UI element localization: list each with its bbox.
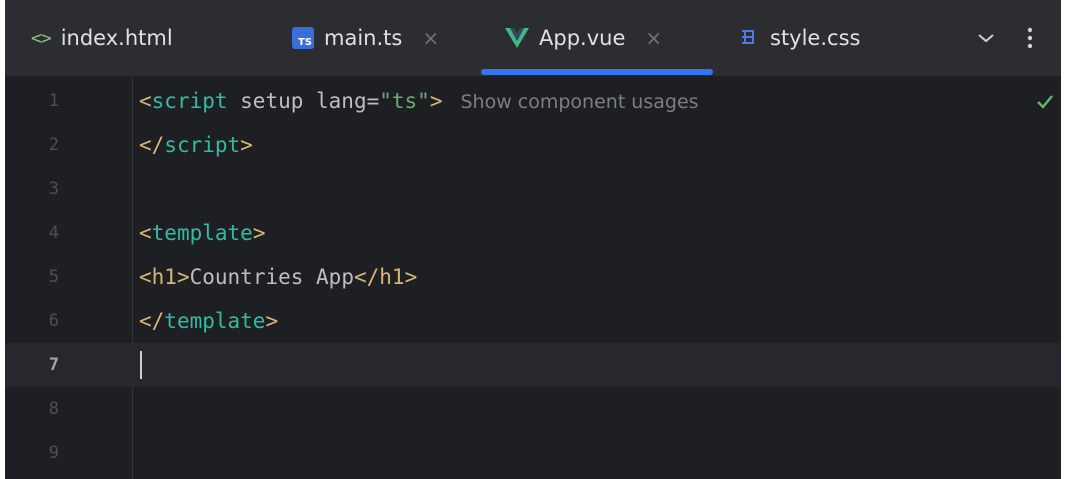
line-content[interactable]: <h1>Countries App</h1> xyxy=(139,255,417,299)
code-line[interactable]: 5 <h1>Countries App</h1> xyxy=(5,255,1061,299)
editor-tab-bar: <> index.html TS main.ts × App.vue × sty… xyxy=(5,0,1061,77)
css-file-icon xyxy=(740,28,756,48)
code-line[interactable]: 9 xyxy=(5,431,1061,475)
tab-label: index.html xyxy=(60,26,173,50)
close-icon[interactable]: × xyxy=(422,26,439,50)
tab-label: App.vue xyxy=(539,26,626,50)
tab-style-css[interactable]: style.css xyxy=(740,0,860,76)
code-line-current[interactable]: 7 xyxy=(5,343,1061,387)
tab-main-ts[interactable]: TS main.ts × xyxy=(292,0,439,76)
code-line[interactable]: 8 xyxy=(5,387,1061,431)
line-number: 3 xyxy=(48,179,59,199)
line-number: 6 xyxy=(48,311,59,331)
check-icon[interactable] xyxy=(1035,91,1055,111)
typescript-file-icon: TS xyxy=(292,27,314,49)
line-number: 4 xyxy=(48,223,59,243)
code-line[interactable]: 2 </script> xyxy=(5,123,1061,167)
close-icon[interactable]: × xyxy=(645,26,662,50)
ide-window: <> index.html TS main.ts × App.vue × sty… xyxy=(5,0,1061,479)
code-line[interactable]: 6 </template> xyxy=(5,299,1061,343)
code-editor[interactable]: 1 <script setup lang="ts"> Show component… xyxy=(5,77,1061,479)
active-tab-indicator xyxy=(481,69,713,75)
line-number: 9 xyxy=(48,443,59,463)
line-content[interactable]: <template> xyxy=(139,211,265,255)
html-file-icon: <> xyxy=(31,27,52,49)
line-number: 5 xyxy=(48,267,59,287)
line-number: 1 xyxy=(48,91,59,111)
line-content[interactable]: </script> xyxy=(139,123,253,167)
chevron-down-icon[interactable] xyxy=(977,0,995,76)
code-line[interactable]: 4 <template> xyxy=(5,211,1061,255)
code-line[interactable]: 3 xyxy=(5,167,1061,211)
tab-index-html[interactable]: <> index.html xyxy=(31,0,173,76)
line-content[interactable]: <script setup lang="ts"> Show component u… xyxy=(139,79,699,123)
line-number: 8 xyxy=(48,399,59,419)
component-usages-hint[interactable]: Show component usages xyxy=(460,91,698,113)
line-number: 2 xyxy=(48,135,59,155)
text-caret xyxy=(140,351,142,379)
tab-label: style.css xyxy=(770,26,861,50)
code-line[interactable]: 1 <script setup lang="ts"> Show component… xyxy=(5,79,1061,123)
more-options-icon[interactable] xyxy=(1027,0,1033,76)
tab-app-vue[interactable]: App.vue × xyxy=(505,0,662,76)
line-number: 7 xyxy=(48,355,59,375)
tab-label: main.ts xyxy=(324,26,403,50)
line-content[interactable]: </template> xyxy=(139,299,278,343)
vue-file-icon xyxy=(505,27,529,49)
